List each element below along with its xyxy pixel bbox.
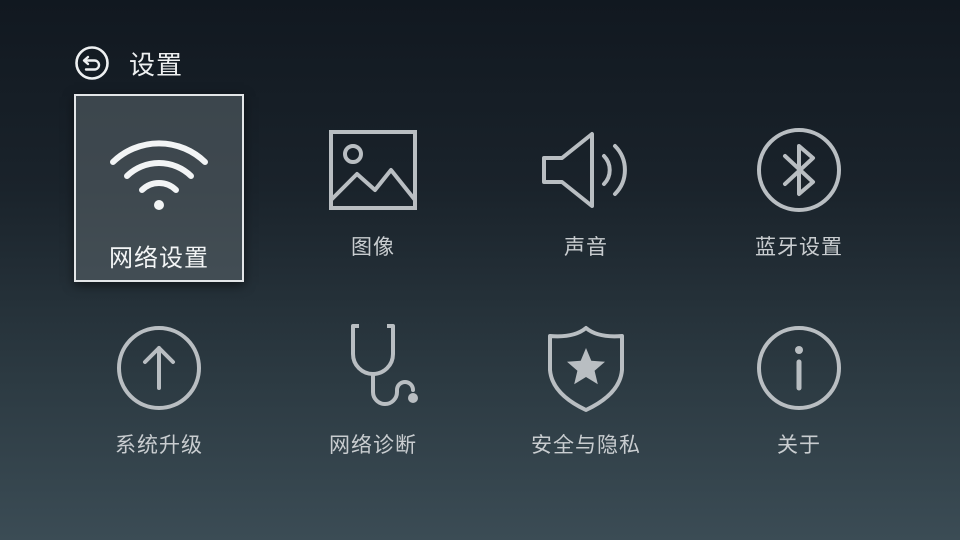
tile-label: 关于 <box>777 433 821 457</box>
tile-security-privacy[interactable]: 安全与隐私 <box>501 292 671 480</box>
bluetooth-icon <box>749 120 849 220</box>
header: 设置 <box>74 44 183 82</box>
tile-system-upgrade[interactable]: 系统升级 <box>74 292 244 480</box>
tile-network-settings[interactable]: 网络设置 <box>74 94 244 282</box>
page-title: 设置 <box>129 50 184 81</box>
tile-label: 网络诊断 <box>329 433 417 457</box>
picture-icon <box>323 120 423 220</box>
tile-label: 网络设置 <box>109 244 209 272</box>
stethoscope-icon <box>323 318 423 418</box>
shield-star-icon <box>536 318 636 418</box>
tile-label: 安全与隐私 <box>531 433 641 457</box>
tile-sound[interactable]: 声音 <box>501 94 671 282</box>
tile-picture[interactable]: 图像 <box>288 94 458 282</box>
tile-network-diagnosis[interactable]: 网络诊断 <box>288 292 458 480</box>
tile-label: 蓝牙设置 <box>755 235 843 259</box>
tile-bluetooth[interactable]: 蓝牙设置 <box>714 94 884 282</box>
tile-label: 图像 <box>351 235 395 259</box>
speaker-icon <box>536 120 636 220</box>
back-arrow-circle-icon[interactable] <box>74 45 110 81</box>
wifi-icon <box>109 118 209 218</box>
upgrade-arrow-icon <box>109 318 209 418</box>
tile-label: 声音 <box>564 235 608 259</box>
tile-about[interactable]: 关于 <box>714 292 884 480</box>
tile-label: 系统升级 <box>115 433 203 457</box>
info-icon <box>749 318 849 418</box>
